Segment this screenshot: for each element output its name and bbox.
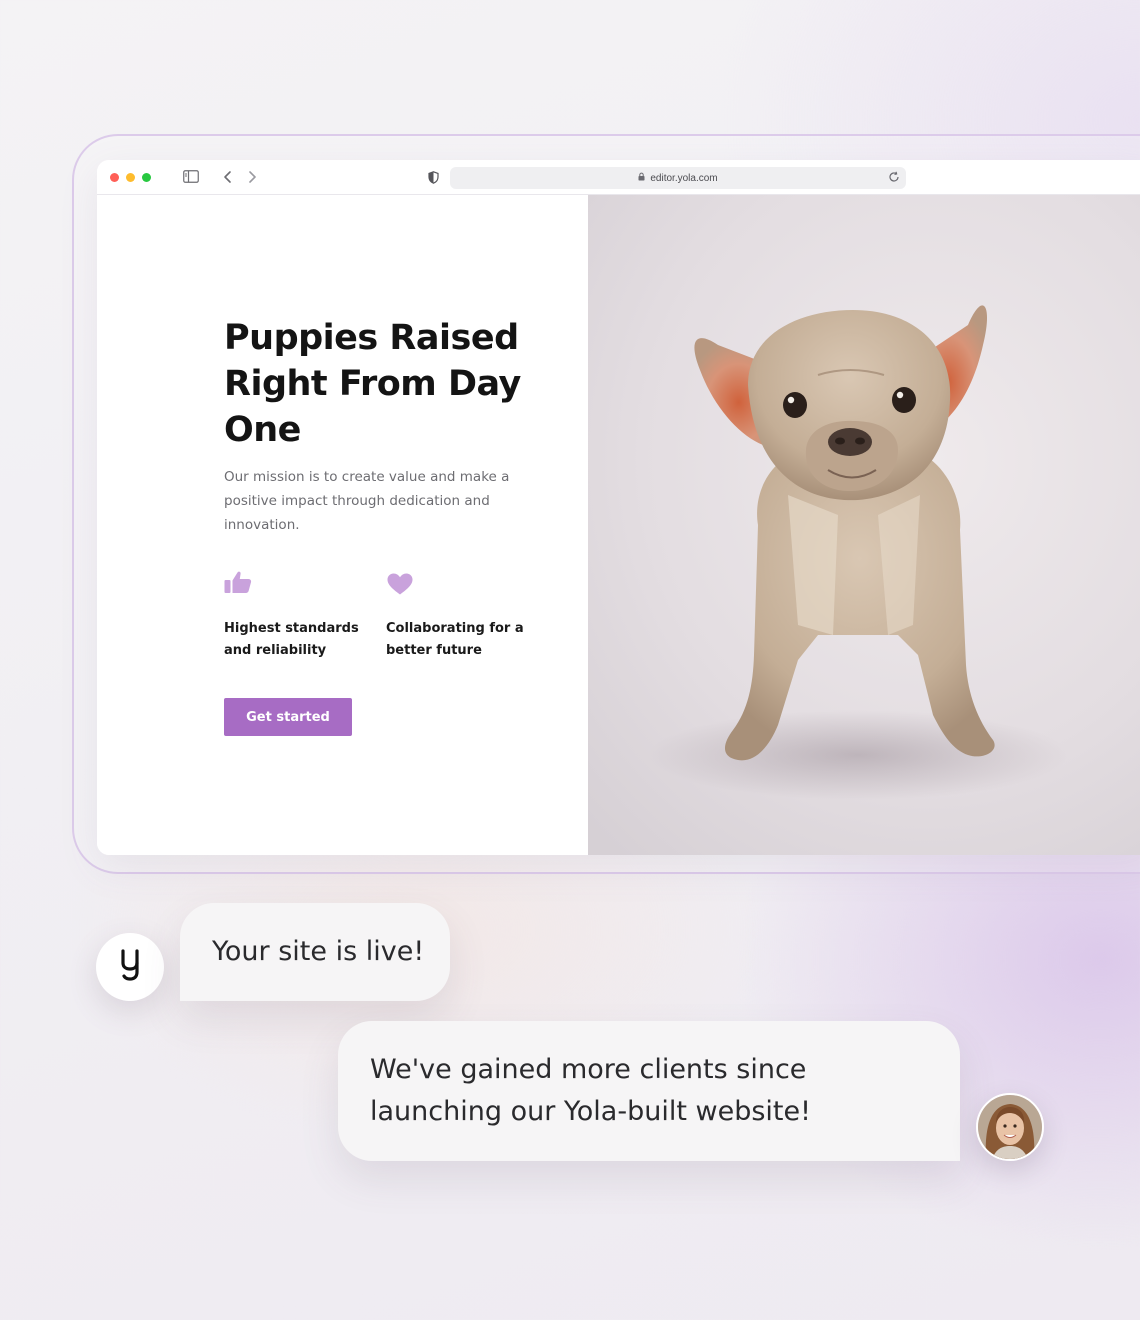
heart-icon <box>387 573 413 600</box>
bot-message-text: Your site is live! <box>212 936 425 967</box>
yola-logo-icon <box>118 948 142 987</box>
hero-description: Our mission is to create value and make … <box>224 469 510 533</box>
user-message-bubble: We've gained more clients since launchin… <box>338 1021 960 1161</box>
feature-text-collaboration: Collaborating for a better future <box>386 621 524 658</box>
user-message-text: We've gained more clients since launchin… <box>370 1054 811 1127</box>
address-url: editor.yola.com <box>650 172 718 184</box>
back-arrow-icon[interactable] <box>223 170 233 189</box>
user-avatar <box>976 1093 1044 1161</box>
sidebar-toggle-icon[interactable] <box>183 170 199 188</box>
lock-icon <box>638 172 645 184</box>
reload-icon[interactable] <box>888 171 900 186</box>
maximize-window-button[interactable] <box>142 173 151 182</box>
browser-toolbar: editor.yola.com <box>97 160 1140 195</box>
hero-content: Puppies Raised Right From Day One Our mi… <box>97 195 588 855</box>
privacy-shield-icon[interactable] <box>428 171 439 189</box>
close-window-button[interactable] <box>110 173 119 182</box>
hero-title: Puppies Raised Right From Day One <box>224 318 521 450</box>
feature-text-standards: Highest standards and reliability <box>224 621 359 658</box>
minimize-window-button[interactable] <box>126 173 135 182</box>
browser-window: editor.yola.com Puppies Raised Right Fro… <box>97 160 1140 855</box>
forward-arrow-icon[interactable] <box>247 170 257 189</box>
user-portrait <box>978 1095 1042 1159</box>
puppy-illustration <box>648 305 1068 800</box>
puppy-photo <box>588 195 1140 855</box>
thumbs-up-icon <box>224 570 252 599</box>
get-started-button[interactable]: Get started <box>224 698 352 736</box>
bot-message-bubble: Your site is live! <box>180 903 450 1001</box>
address-bar[interactable]: editor.yola.com <box>450 167 906 189</box>
yola-logo-avatar <box>96 933 164 1001</box>
